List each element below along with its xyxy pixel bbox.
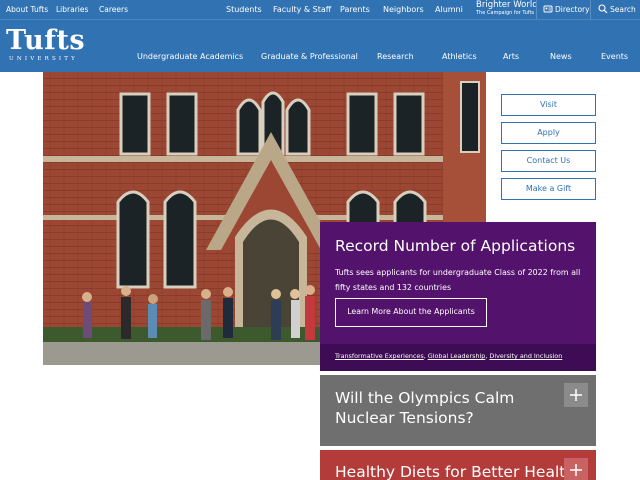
nav-undergraduate-academics[interactable]: Undergraduate Academics xyxy=(137,52,243,61)
link-faculty-staff[interactable]: Faculty & Staff xyxy=(273,5,331,14)
directory-link[interactable]: Directory xyxy=(555,5,590,14)
divider xyxy=(536,0,537,19)
feature-title: Record Number of Applications xyxy=(335,237,576,255)
link-global-leadership[interactable]: Global Leadership xyxy=(428,352,486,360)
story-card-olympics[interactable]: Will the Olympics Calm Nuclear Tensions? xyxy=(320,375,596,446)
link-careers[interactable]: Careers xyxy=(99,5,128,14)
plus-icon[interactable] xyxy=(564,458,588,480)
feature-panel: Record Number of Applications Tufts sees… xyxy=(320,222,596,371)
feature-body: Tufts sees applicants for undergraduate … xyxy=(335,268,581,292)
nav-graduate-professional[interactable]: Graduate & Professional xyxy=(261,52,358,61)
link-parents[interactable]: Parents xyxy=(340,5,370,14)
tufts-logo[interactable]: Tufts xyxy=(6,27,85,54)
feature-footer: Transformative Experiences, Global Leade… xyxy=(320,344,596,371)
nav-arts[interactable]: Arts xyxy=(503,52,519,61)
plus-icon[interactable] xyxy=(564,383,588,407)
utility-bar: About Tufts Libraries Careers Students F… xyxy=(0,0,640,19)
make-a-gift-button[interactable]: Make a Gift xyxy=(501,178,596,200)
link-libraries[interactable]: Libraries xyxy=(56,5,88,14)
directory-icon xyxy=(543,4,553,16)
contact-us-button[interactable]: Contact Us xyxy=(501,150,596,172)
brighter-world-title: Brighter World xyxy=(476,0,538,10)
tufts-logo-subtitle: UNIVERSITY xyxy=(9,56,78,62)
search-icon[interactable] xyxy=(598,4,608,16)
story-title: Healthy Diets for Better Health xyxy=(335,463,576,480)
search-link[interactable]: Search xyxy=(610,5,636,14)
nav-research[interactable]: Research xyxy=(377,52,414,61)
nav-events[interactable]: Events xyxy=(601,52,628,61)
link-diversity-inclusion[interactable]: Diversity and Inclusion xyxy=(489,352,562,360)
link-neighbors[interactable]: Neighbors xyxy=(383,5,424,14)
main-navigation: Tufts UNIVERSITY Undergraduate Academics… xyxy=(0,19,640,72)
nav-athletics[interactable]: Athletics xyxy=(442,52,477,61)
brighter-world-subtitle: The Campaign for Tufts xyxy=(476,9,535,16)
nav-news[interactable]: News xyxy=(550,52,572,61)
story-title: Will the Olympics Calm Nuclear Tensions? xyxy=(335,389,515,427)
visit-button[interactable]: Visit xyxy=(501,94,596,116)
link-about-tufts[interactable]: About Tufts xyxy=(6,5,48,14)
story-card-healthy-diets[interactable]: Healthy Diets for Better Health xyxy=(320,450,596,480)
apply-button[interactable]: Apply xyxy=(501,122,596,144)
link-students[interactable]: Students xyxy=(226,5,262,14)
learn-more-button[interactable]: Learn More About the Applicants xyxy=(335,298,487,327)
feature-links: Transformative Experiences, Global Leade… xyxy=(335,352,562,360)
divider xyxy=(590,0,591,19)
link-transformative-experiences[interactable]: Transformative Experiences xyxy=(335,352,424,360)
link-alumni[interactable]: Alumni xyxy=(435,5,463,14)
brighter-world-link[interactable]: Brighter World The Campaign for Tufts xyxy=(476,1,538,16)
